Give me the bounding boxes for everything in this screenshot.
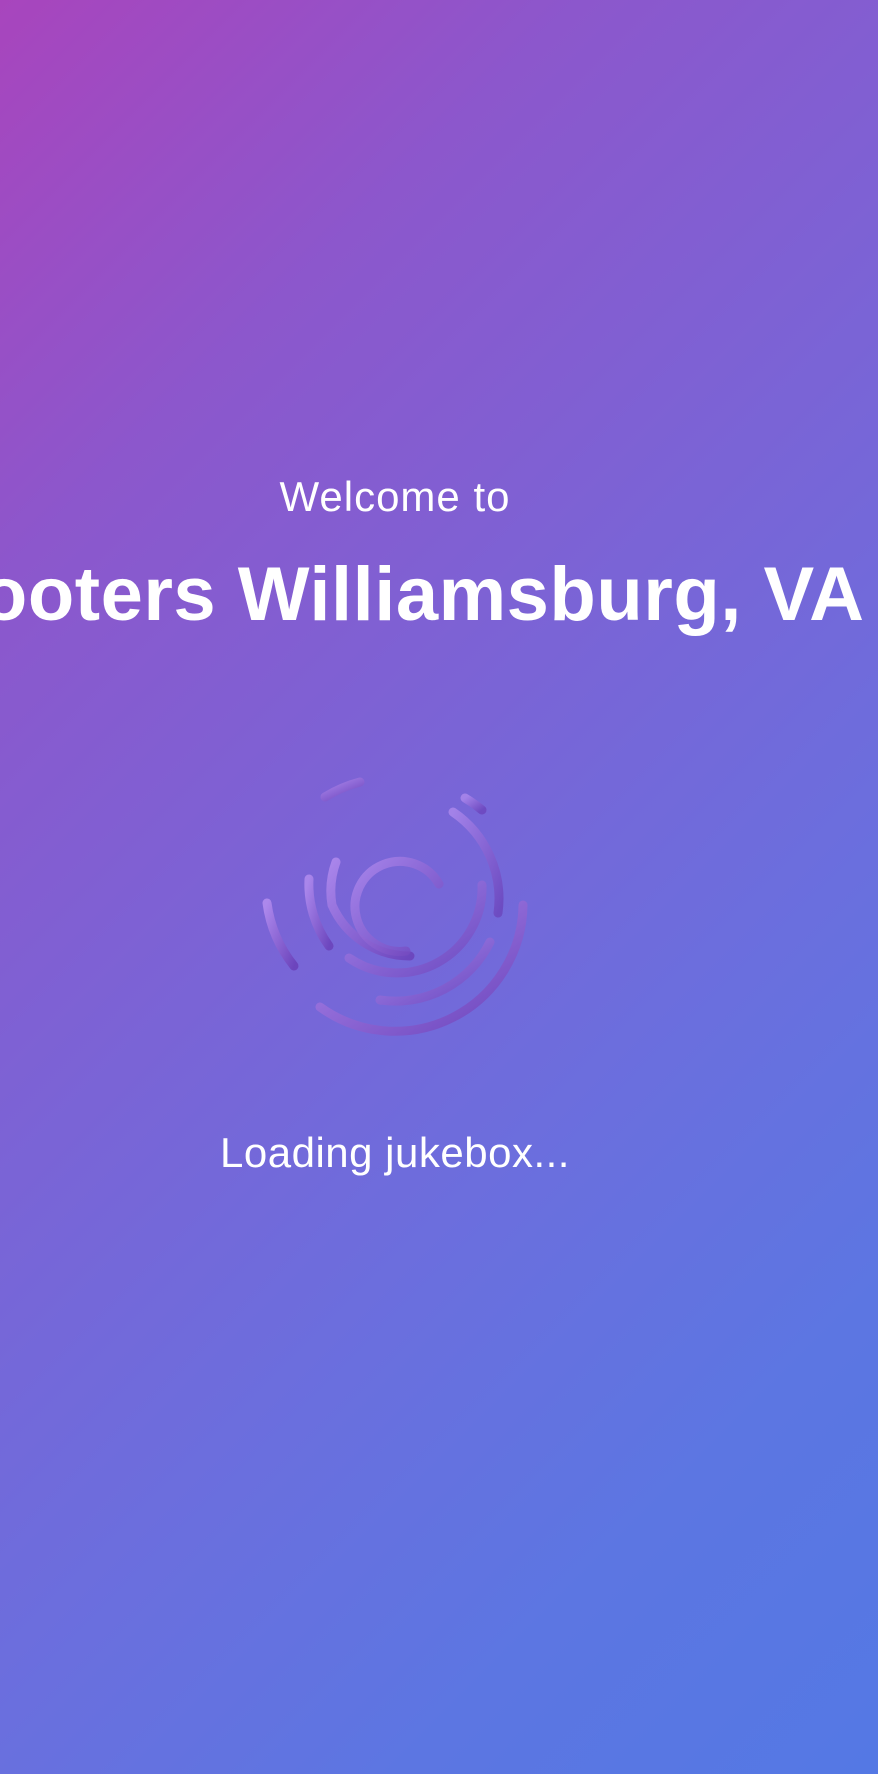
welcome-greeting: Welcome to [279,473,511,520]
spinner-arc [304,874,334,951]
venue-name: Hooters Williamsburg, VA [0,552,865,637]
loading-spinner-icon [262,777,528,1036]
spinner-arc [350,856,444,956]
splash-screen: Welcome to Hooters Williamsburg, VA Load… [0,0,878,1774]
loading-status: Loading jukebox... [220,1129,570,1176]
spinner-arc [460,793,487,815]
spinner-arc [262,898,299,971]
spinner-arc [320,777,365,802]
spinner-arc [448,807,504,918]
spinner-arc [344,880,487,978]
venue-title-container: Hooters Williamsburg, VA [0,550,878,640]
